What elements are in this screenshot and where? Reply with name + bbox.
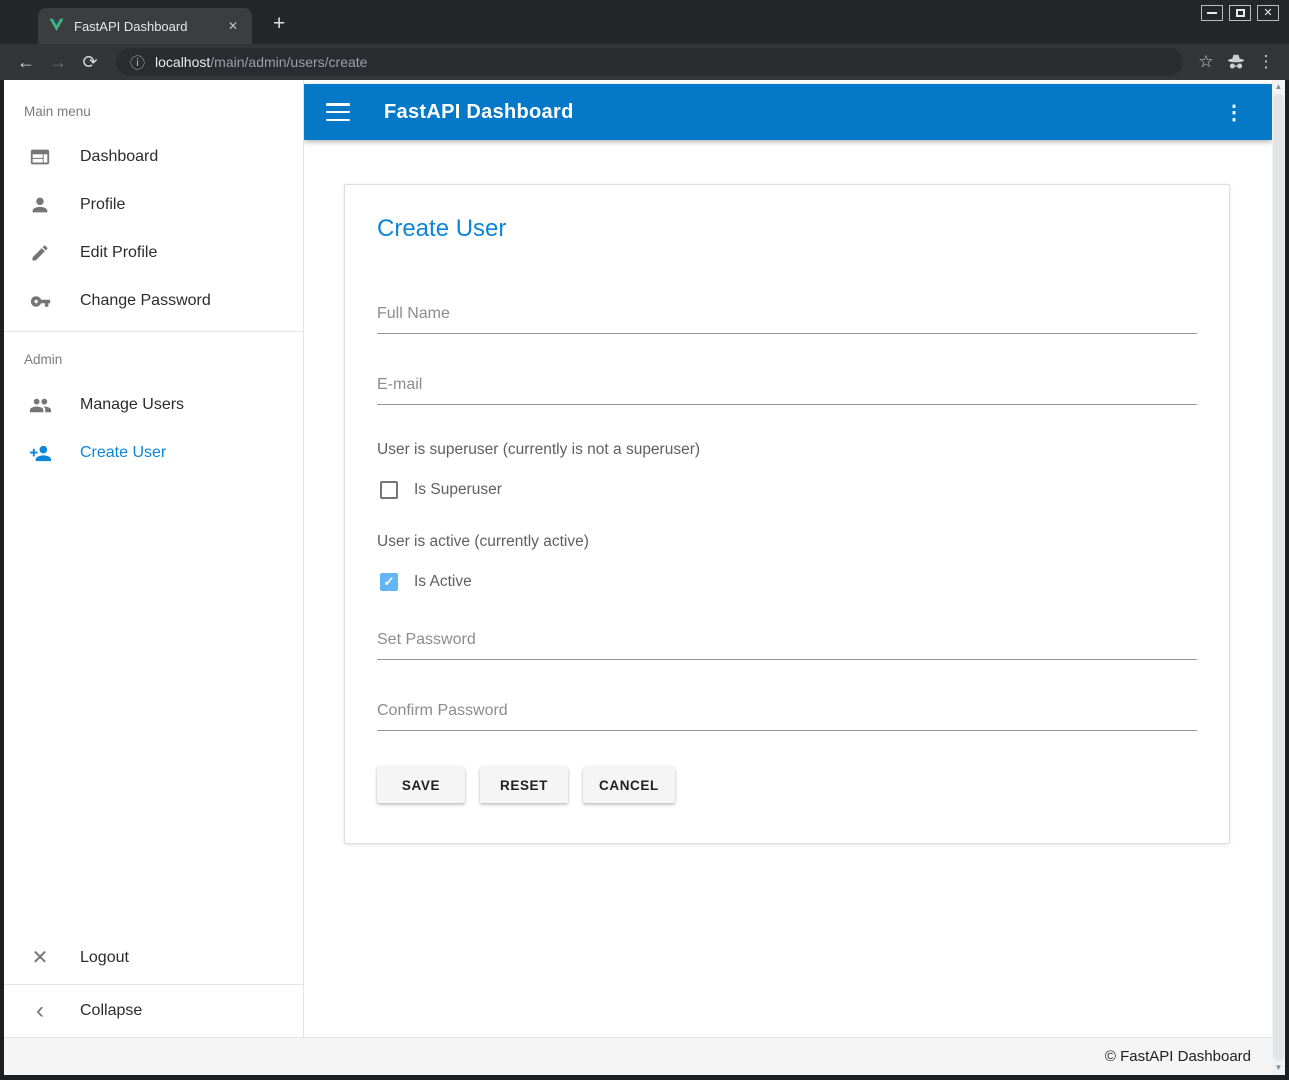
toolbar-right: ☆ ⋮ xyxy=(1191,52,1281,72)
is-superuser-checkbox[interactable]: Is Superuser xyxy=(380,481,1197,499)
minimize-button[interactable] xyxy=(1201,5,1223,21)
vue-logo-icon xyxy=(48,18,65,34)
back-button[interactable]: ← xyxy=(10,52,42,73)
reset-button[interactable]: RESET xyxy=(480,767,568,803)
app-bar-title: FastAPI Dashboard xyxy=(384,101,574,124)
person-icon xyxy=(28,193,52,217)
maximize-button[interactable] xyxy=(1229,5,1251,21)
group-icon xyxy=(28,393,52,417)
url-host: localhost xyxy=(155,54,210,70)
browser-menu-icon[interactable]: ⋮ xyxy=(1251,52,1281,72)
page-title: Create User xyxy=(377,215,1197,243)
is-active-checkbox[interactable]: ✓ Is Active xyxy=(380,573,1197,591)
set-password-input[interactable] xyxy=(377,625,1197,660)
superuser-hint: User is superuser (currently is not a su… xyxy=(377,441,1197,459)
main-area: FastAPI Dashboard ⋮ Create User User is … xyxy=(304,80,1272,1037)
sidebar-section-admin: Admin xyxy=(4,338,303,381)
window-controls: ✕ xyxy=(1201,5,1279,21)
browser-tab[interactable]: FastAPI Dashboard ✕ xyxy=(38,8,252,44)
forward-button[interactable]: → xyxy=(42,52,74,73)
app-bar: FastAPI Dashboard ⋮ xyxy=(304,84,1272,140)
tab-strip: FastAPI Dashboard ✕ + ✕ xyxy=(0,0,1289,44)
close-icon: ✕ xyxy=(1263,8,1272,19)
sidebar-item-change-password[interactable]: Change Password xyxy=(4,277,303,325)
page-info-icon[interactable]: ⓘ xyxy=(130,52,145,73)
email-input[interactable] xyxy=(377,370,1197,405)
save-button[interactable]: SAVE xyxy=(377,767,465,803)
sidebar-item-label: Create User xyxy=(80,444,166,462)
sidebar-item-label: Profile xyxy=(80,196,125,214)
maximize-icon xyxy=(1236,9,1245,17)
browser-window: FastAPI Dashboard ✕ + ✕ ← → ⟳ ⓘ localhos… xyxy=(0,0,1289,1080)
full-name-input[interactable] xyxy=(377,299,1197,334)
sidebar-item-edit-profile[interactable]: Edit Profile xyxy=(4,229,303,277)
checkbox-label: Is Superuser xyxy=(414,481,502,499)
checkbox-label: Is Active xyxy=(414,573,472,591)
person-add-icon xyxy=(28,441,52,465)
sidebar-divider xyxy=(4,331,303,332)
checkbox-checked-icon[interactable]: ✓ xyxy=(380,573,398,591)
incognito-icon xyxy=(1221,54,1251,70)
set-password-field-wrap xyxy=(377,625,1197,660)
sidebar-item-label: Collapse xyxy=(80,1002,142,1020)
confirm-password-input[interactable] xyxy=(377,696,1197,731)
address-bar[interactable]: ⓘ localhost/main/admin/users/create xyxy=(116,48,1183,76)
copyright-text: © FastAPI Dashboard xyxy=(1105,1048,1251,1065)
confirm-password-field-wrap xyxy=(377,696,1197,731)
scroll-up-icon[interactable]: ▲ xyxy=(1272,80,1285,94)
sidebar-item-label: Edit Profile xyxy=(80,244,157,262)
close-button[interactable]: ✕ xyxy=(1257,5,1279,21)
page-footer: © FastAPI Dashboard xyxy=(4,1037,1285,1075)
new-tab-button[interactable]: + xyxy=(266,11,292,36)
key-icon xyxy=(28,289,52,313)
reload-button[interactable]: ⟳ xyxy=(74,52,106,73)
sidebar-item-logout[interactable]: ✕ Logout xyxy=(4,934,303,982)
full-name-field-wrap xyxy=(377,299,1197,334)
sidebar-item-create-user[interactable]: Create User xyxy=(4,429,303,477)
tab-close-icon[interactable]: ✕ xyxy=(224,17,242,35)
hamburger-menu-icon[interactable] xyxy=(326,103,350,121)
form-actions: SAVE RESET CANCEL xyxy=(377,767,1197,803)
sidebar-item-dashboard[interactable]: Dashboard xyxy=(4,133,303,181)
cancel-button[interactable]: CANCEL xyxy=(583,767,675,803)
sidebar-item-label: Dashboard xyxy=(80,148,158,166)
sidebar-item-profile[interactable]: Profile xyxy=(4,181,303,229)
checkbox-unchecked-icon[interactable] xyxy=(380,481,398,499)
sidebar-divider xyxy=(4,984,303,985)
email-field-wrap xyxy=(377,370,1197,405)
active-hint: User is active (currently active) xyxy=(377,533,1197,551)
minimize-icon xyxy=(1207,12,1217,14)
close-x-icon: ✕ xyxy=(28,946,52,970)
sidebar-item-label: Logout xyxy=(80,949,129,967)
app-bar-overflow-icon[interactable]: ⋮ xyxy=(1224,100,1244,125)
bookmark-star-icon[interactable]: ☆ xyxy=(1191,52,1221,72)
sidebar-item-collapse[interactable]: ‹ Collapse xyxy=(4,987,303,1035)
scroll-down-icon[interactable]: ▼ xyxy=(1272,1061,1285,1075)
sidebar-item-label: Change Password xyxy=(80,292,211,310)
sidebar-bottom: ✕ Logout ‹ Collapse xyxy=(4,934,303,1037)
chevron-left-icon: ‹ xyxy=(28,999,52,1023)
scrollbar[interactable]: ▲ ▼ xyxy=(1272,80,1285,1075)
browser-toolbar: ← → ⟳ ⓘ localhost/main/admin/users/creat… xyxy=(0,44,1289,80)
sidebar-item-label: Manage Users xyxy=(80,396,184,414)
page-content: Main menu Dashboard Profile xyxy=(4,80,1285,1075)
tab-title: FastAPI Dashboard xyxy=(74,19,224,34)
sidebar-section-main-menu: Main menu xyxy=(4,80,303,133)
dashboard-icon xyxy=(28,145,52,169)
create-user-card: Create User User is superuser (currently… xyxy=(344,184,1230,844)
sidebar: Main menu Dashboard Profile xyxy=(4,80,304,1037)
sidebar-item-manage-users[interactable]: Manage Users xyxy=(4,381,303,429)
url-path: /main/admin/users/create xyxy=(210,54,367,70)
pencil-icon xyxy=(28,241,52,265)
scrollbar-thumb[interactable] xyxy=(1273,94,1284,1061)
